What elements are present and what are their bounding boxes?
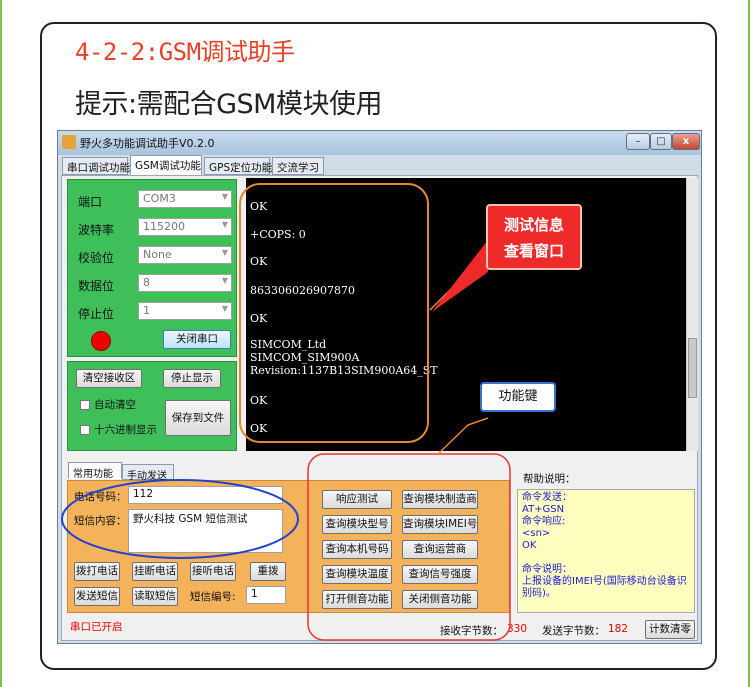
sms-highlight-outline	[61, 479, 299, 559]
function-callout-pointer	[437, 417, 489, 455]
function-keys-highlight-outline	[307, 453, 511, 641]
terminal-callout: 测试信息 查看窗口	[486, 204, 582, 270]
terminal-callout-tail	[432, 240, 488, 312]
annotation-overlay	[61, 183, 511, 641]
terminal-callout-line1: 测试信息	[503, 216, 564, 234]
function-keys-callout: 功能键	[480, 382, 556, 412]
terminal-highlight-outline	[239, 183, 429, 443]
terminal-callout-line2: 查看窗口	[503, 242, 564, 260]
